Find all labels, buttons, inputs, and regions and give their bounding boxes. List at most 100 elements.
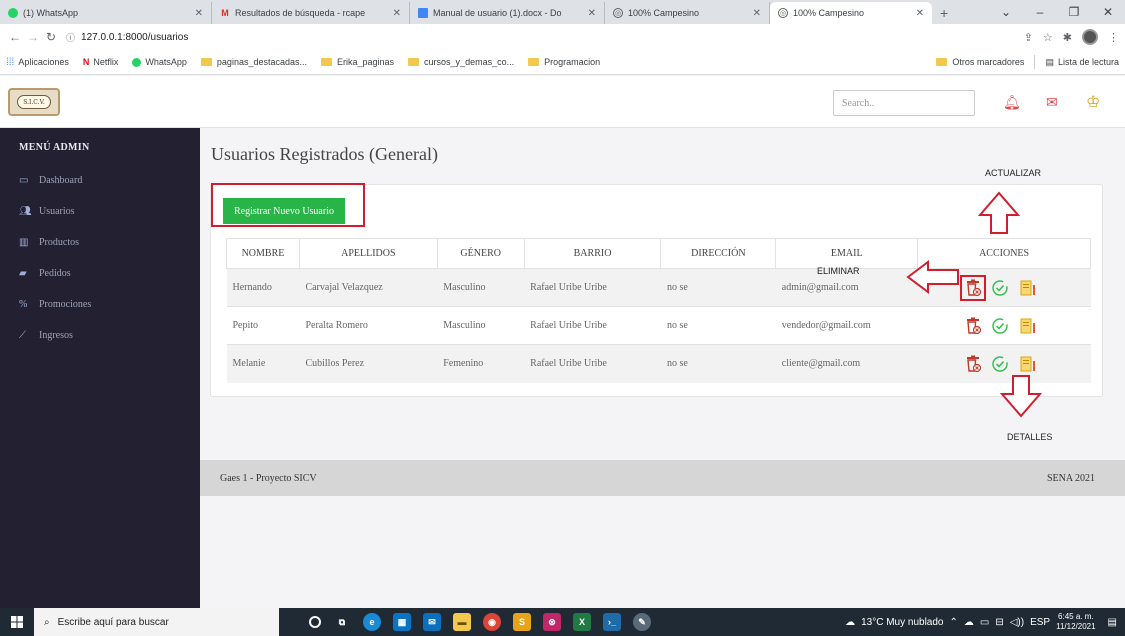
- table-cell: Carvajal Velazquez: [299, 268, 438, 307]
- weather-text[interactable]: 13°C Muy nublado: [861, 617, 943, 628]
- browser-tab-gmail[interactable]: M Resultados de búsqueda - rcape ✕: [212, 2, 410, 24]
- bookmark-netflix[interactable]: N Netflix: [83, 57, 119, 67]
- close-tab-icon[interactable]: ✕: [588, 8, 596, 19]
- extensions-icon[interactable]: ✱: [1063, 31, 1072, 44]
- annotation-delete-label: ELIMINAR: [817, 266, 860, 276]
- logo[interactable]: S.I.C.V.: [8, 88, 60, 116]
- update-icon[interactable]: [991, 279, 1009, 297]
- notification-icon[interactable]: ▤: [1108, 617, 1117, 628]
- tray-chevron-icon[interactable]: ⌃: [949, 617, 957, 628]
- sidebar-item-productos[interactable]: ▥ Productos: [19, 237, 79, 248]
- user-avatar-icon[interactable]: ♔: [1086, 92, 1100, 112]
- close-tab-icon[interactable]: ✕: [393, 8, 401, 19]
- forward-icon[interactable]: →: [24, 30, 42, 44]
- mail-icon[interactable]: ✉︎: [1046, 94, 1058, 111]
- sidebar-title: MENÚ ADMIN: [19, 142, 90, 153]
- close-tab-icon[interactable]: ✕: [753, 8, 761, 19]
- cortana-icon[interactable]: [309, 616, 321, 628]
- update-icon[interactable]: [991, 317, 1009, 335]
- clock[interactable]: 6:45 a. m. 11/12/2021: [1056, 612, 1095, 632]
- search-input[interactable]: Search..: [833, 90, 975, 116]
- main-content: Usuarios Registrados (General) Registrar…: [200, 128, 1125, 460]
- whatsapp-icon: [8, 8, 18, 18]
- paint-icon[interactable]: ✎: [633, 613, 651, 631]
- mail-app-icon[interactable]: ✉: [423, 613, 441, 631]
- profile-avatar[interactable]: [1082, 29, 1098, 45]
- sidebar-item-usuarios[interactable]: 👥︎ Usuarios: [19, 206, 75, 217]
- details-icon[interactable]: [1019, 279, 1037, 297]
- bookmark-other[interactable]: Otros marcadores: [936, 57, 1024, 67]
- footer-left-text: Gaes 1 - Proyecto SICV: [220, 473, 317, 484]
- sidebar-item-pedidos[interactable]: ▰ Pedidos: [19, 268, 71, 279]
- netflix-icon: N: [82, 57, 90, 67]
- bell-icon[interactable]: 🔔︎: [1003, 94, 1021, 111]
- table-cell: cliente@gmail.com: [775, 344, 918, 383]
- table-cell: Masculino: [437, 306, 525, 345]
- delete-icon[interactable]: [959, 274, 986, 301]
- table-cell: Rafael Uribe Uribe: [524, 344, 661, 383]
- annotation-details-label: DETALLES: [1007, 432, 1053, 442]
- info-icon[interactable]: ⓘ: [66, 31, 75, 44]
- task-view-icon[interactable]: ⧉: [333, 613, 351, 631]
- language-indicator[interactable]: ESP: [1030, 617, 1050, 628]
- reading-list-button[interactable]: ▤ Lista de lectura: [1045, 57, 1119, 68]
- delete-icon[interactable]: [964, 317, 982, 335]
- browser-tab-campesino-active[interactable]: ◎ 100% Campesino ✕: [770, 2, 932, 24]
- close-window-icon[interactable]: ✕: [1091, 0, 1125, 24]
- volume-icon[interactable]: ◁)): [1010, 617, 1024, 628]
- sidebar-item-dashboard[interactable]: ▭ Dashboard: [19, 175, 82, 186]
- tab-search-icon[interactable]: ⌄: [989, 0, 1023, 24]
- bookmark-apps[interactable]: ⁞⁞⁞ Aplicaciones: [6, 57, 69, 68]
- terminal-icon[interactable]: ›_: [603, 613, 621, 631]
- sidebar-item-promociones[interactable]: % Promociones: [19, 299, 91, 310]
- percent-icon: %: [19, 299, 28, 310]
- close-tab-icon[interactable]: ✕: [916, 8, 924, 19]
- network-icon[interactable]: ⊟: [995, 617, 1003, 628]
- star-icon[interactable]: ☆: [1043, 31, 1053, 44]
- sublime-icon[interactable]: S: [513, 613, 531, 631]
- table-header-row: NOMBRE APELLIDOS GÉNERO BARRIO DIRECCIÓN…: [226, 238, 1091, 269]
- minimize-icon[interactable]: –: [1023, 0, 1057, 24]
- table-cell: Cubillos Perez: [299, 344, 438, 383]
- excel-icon[interactable]: X: [573, 613, 591, 631]
- menu-icon[interactable]: ⋮: [1108, 31, 1119, 44]
- chart-icon: ▥: [19, 237, 29, 248]
- maximize-icon[interactable]: ❐: [1057, 0, 1091, 24]
- bookmark-folder[interactable]: Programacion: [528, 57, 600, 67]
- chrome-icon[interactable]: ◉: [483, 613, 501, 631]
- cloud-icon: ☁: [963, 616, 974, 628]
- store-icon[interactable]: ▦: [393, 613, 411, 631]
- search-icon: ⌕: [44, 616, 50, 628]
- gmail-icon: M: [221, 8, 229, 18]
- windows-start-icon[interactable]: [0, 608, 34, 636]
- docs-icon: [418, 8, 428, 18]
- details-icon[interactable]: [1019, 317, 1037, 335]
- new-tab-button[interactable]: +: [932, 2, 956, 24]
- bookmark-folder[interactable]: cursos_y_demas_co...: [408, 57, 514, 67]
- reload-icon[interactable]: ↻: [42, 30, 60, 44]
- register-user-button[interactable]: Registrar Nuevo Usuario: [223, 198, 345, 224]
- footer-right-text: SENA 2021: [1046, 473, 1095, 484]
- browser-tab-campesino-1[interactable]: ◎ 100% Campesino ✕: [605, 2, 770, 24]
- update-icon[interactable]: [991, 355, 1009, 373]
- bookmark-folder[interactable]: Erika_paginas: [321, 57, 394, 67]
- file-explorer-icon[interactable]: ▬: [453, 613, 471, 631]
- browser-tab-whatsapp[interactable]: (1) WhatsApp ✕: [0, 2, 212, 24]
- url-field[interactable]: ⓘ 127.0.0.1:8000/usuarios: [66, 27, 1024, 47]
- table-cell: no se: [660, 268, 776, 307]
- edge-icon[interactable]: e: [363, 613, 381, 631]
- delete-icon[interactable]: [964, 355, 982, 373]
- taskbar-search-input[interactable]: ⌕ Escribe aquí para buscar: [34, 608, 279, 636]
- bookmark-folder[interactable]: paginas_destacadas...: [200, 57, 307, 67]
- battery-icon[interactable]: ▭: [980, 617, 989, 628]
- bookmark-whatsapp[interactable]: WhatsApp: [132, 57, 187, 67]
- folder-icon: [528, 58, 540, 66]
- close-tab-icon[interactable]: ✕: [195, 8, 203, 19]
- share-icon[interactable]: ⇪: [1024, 31, 1033, 44]
- browser-tab-docs[interactable]: Manual de usuario (1).docx - Do ✕: [410, 2, 605, 24]
- details-icon[interactable]: [1019, 355, 1037, 373]
- sidebar-item-ingresos[interactable]: ⟋ Ingresos: [19, 330, 73, 341]
- back-icon[interactable]: ←: [6, 30, 24, 44]
- table-cell: Hernando: [226, 268, 300, 307]
- app-icon[interactable]: ⊗: [543, 613, 561, 631]
